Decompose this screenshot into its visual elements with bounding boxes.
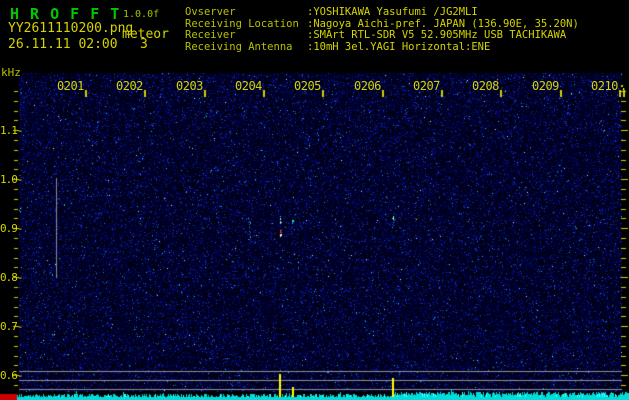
freq-tick-label: 0.8-: [0, 271, 23, 284]
freq-tick-label: 0.9-: [0, 222, 23, 235]
spectrogram-canvas: [0, 0, 629, 400]
info-value: :SMArt RTL-SDR V5 52.905MHz USB TACHIKAW…: [307, 29, 567, 41]
time-tick-label: 0209: [532, 79, 559, 93]
info-label: Receiver: [185, 29, 236, 41]
app-version-label: 1.0.0f: [123, 9, 160, 20]
output-filename-label: YY2611110200.png: [8, 21, 134, 36]
info-label: Receiving Antenna: [185, 40, 293, 53]
freq-tick-label: 1.0-: [0, 173, 23, 186]
meteor-count-label: 3: [140, 37, 148, 52]
freq-tick-label: 0.7-: [0, 320, 23, 333]
time-tick-label: 0205: [294, 79, 321, 93]
info-value: :Nagoya Aichi-pref. JAPAN (136.90E, 35.2…: [307, 17, 579, 30]
time-tick-label: 0208: [472, 79, 499, 93]
time-tick-label: 0204: [235, 79, 262, 93]
time-axis-end-mark: .: [620, 79, 628, 93]
time-tick-label: 0202: [116, 79, 143, 93]
info-value: :10mH 3el.YAGI Horizontal:ENE: [307, 40, 491, 53]
datetime-label: 26.11.11 02:00: [8, 37, 118, 52]
time-tick-label: 0206: [354, 79, 381, 93]
time-tick-label: 0210: [591, 79, 618, 93]
info-label: Ovserver: [185, 6, 236, 18]
observer-info: Ovserver :YOSHIKAWA Yasufumi /JG2MLI Recei…: [185, 6, 579, 54]
freq-unit-label: kHz: [1, 66, 21, 79]
freq-tick-label: 0.6-: [0, 369, 23, 382]
hrofft-window: H R O F F T 1.0.0f YY2611110200.png mete…: [0, 0, 629, 400]
info-row: Receiving Antenna :10mH 3el.YAGI Horizont…: [185, 40, 579, 54]
time-tick-label: 0207: [413, 79, 440, 93]
time-tick-label: 0203: [176, 79, 203, 93]
freq-tick-label: 1.1-: [0, 124, 23, 137]
info-value: :YOSHIKAWA Yasufumi /JG2MLI: [307, 6, 478, 18]
time-tick-label: 0201: [57, 79, 84, 93]
